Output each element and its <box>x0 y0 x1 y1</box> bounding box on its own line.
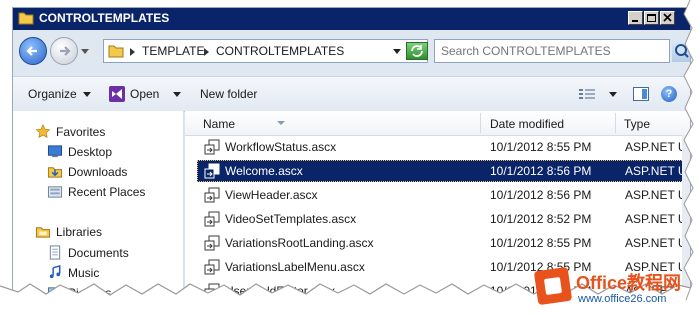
watermark: Office教程网 www.office26.com <box>532 266 700 315</box>
file-name: VideoSetTemplates.ascx <box>225 212 357 226</box>
watermark-url: www.office26.com <box>578 293 667 305</box>
sort-arrow-icon <box>277 121 285 125</box>
file-date: 10/1/2012 8:55 PM <box>490 140 592 154</box>
file-name: WorkflowStatus.ascx <box>225 140 337 154</box>
back-button[interactable] <box>19 37 47 65</box>
downloads-icon <box>47 167 63 178</box>
nav-label: Recent Places <box>68 185 146 199</box>
address-bar[interactable]: TEMPLATE CONTROLTEMPLATES <box>103 39 428 63</box>
office-logo-icon <box>533 266 573 306</box>
search-input[interactable] <box>434 39 670 63</box>
nav-label: Downloads <box>68 165 128 179</box>
file-row[interactable]: ViewHeader.ascx 10/1/2012 8:56 PM ASP.NET … <box>197 184 690 206</box>
recent-places-icon <box>47 186 63 198</box>
visual-studio-icon <box>109 86 125 102</box>
nav-label: Documents <box>68 246 129 260</box>
chevron-down-icon[interactable] <box>173 92 181 97</box>
views-icon[interactable] <box>579 88 599 100</box>
open-button[interactable]: Open <box>130 87 159 101</box>
libraries-icon <box>35 227 51 238</box>
file-row[interactable]: VideoSetTemplates.ascx 10/1/2012 8:52 PM A… <box>197 208 690 230</box>
title-bar: CONTROLTEMPLATES <box>13 8 690 30</box>
preview-pane-icon[interactable] <box>633 87 649 101</box>
back-arrow-icon <box>26 46 37 56</box>
breadcrumb-template[interactable]: TEMPLATE <box>142 44 204 58</box>
ascx-file-icon <box>204 211 220 227</box>
file-row[interactable]: WorkflowStatus.ascx 10/1/2012 8:55 PM ASP.… <box>197 136 690 158</box>
breadcrumb-controltemplates[interactable]: CONTROLTEMPLATES <box>216 44 344 58</box>
column-header-date[interactable]: Date modified <box>490 117 564 131</box>
file-date: 10/1/2012 8:56 PM <box>490 188 592 202</box>
navigation-pane: Favorites Desktop Downloads Recent Place… <box>13 111 184 298</box>
file-date: 10/1/2012 8:56 PM <box>490 164 592 178</box>
close-button[interactable] <box>660 11 675 25</box>
command-bar: Organize Open New folder ? <box>13 76 690 112</box>
explorer-window: CONTROLTEMPLATES TEMPLATE CONTROLTEMPLAT… <box>13 8 690 298</box>
maximize-icon <box>647 14 656 22</box>
watermark-title: Office教程网 <box>576 273 682 293</box>
star-icon <box>35 124 51 138</box>
column-header-type[interactable]: Type <box>624 117 650 131</box>
minimize-button[interactable] <box>628 11 643 25</box>
window-title: CONTROLTEMPLATES <box>39 11 170 25</box>
file-name: VariationsRootLanding.ascx <box>225 236 374 250</box>
file-name: Welcome.ascx <box>225 164 303 178</box>
ascx-file-icon <box>204 139 220 155</box>
ascx-file-icon <box>204 235 220 251</box>
organize-button[interactable]: Organize <box>28 87 77 101</box>
crumb-separator[interactable] <box>130 48 135 56</box>
column-header-name[interactable]: Name <box>203 117 235 131</box>
forward-button[interactable] <box>50 37 78 65</box>
minimize-icon <box>632 20 638 22</box>
desktop-icon <box>47 145 63 158</box>
refresh-button[interactable] <box>406 42 428 60</box>
column-divider[interactable] <box>615 113 616 133</box>
column-header-row: Name Date modified Type <box>185 111 690 136</box>
maximize-button[interactable] <box>644 11 659 25</box>
forward-arrow-icon <box>60 46 71 56</box>
file-date: 10/1/2012 8:55 PM <box>490 236 592 250</box>
address-row: TEMPLATE CONTROLTEMPLATES <box>13 30 690 76</box>
nav-label: Libraries <box>56 225 103 239</box>
folder-icon <box>108 45 124 58</box>
file-row[interactable]: Welcome.ascx 10/1/2012 8:56 PM ASP.NET U <box>197 160 690 182</box>
history-dropdown[interactable] <box>81 49 89 54</box>
file-date: 10/1/2012 8:52 PM <box>490 212 592 226</box>
file-row[interactable]: VariationsRootLanding.ascx 10/1/2012 8:55… <box>197 232 690 254</box>
help-icon[interactable]: ? <box>661 86 677 102</box>
address-dropdown[interactable] <box>393 49 401 54</box>
crumb-separator[interactable] <box>204 48 209 56</box>
file-name: ViewHeader.ascx <box>225 188 318 202</box>
column-divider[interactable] <box>480 113 481 133</box>
folder-icon <box>18 12 34 25</box>
nav-label: Desktop <box>68 145 113 159</box>
documents-icon <box>49 245 61 260</box>
refresh-icon <box>411 45 423 57</box>
ascx-file-icon <box>204 187 220 203</box>
chevron-down-icon[interactable] <box>609 92 617 97</box>
new-folder-button[interactable]: New folder <box>200 87 257 101</box>
nav-label: Favorites <box>56 125 106 139</box>
ascx-file-icon <box>204 163 220 179</box>
close-icon <box>663 13 672 22</box>
chevron-down-icon[interactable] <box>83 92 91 97</box>
